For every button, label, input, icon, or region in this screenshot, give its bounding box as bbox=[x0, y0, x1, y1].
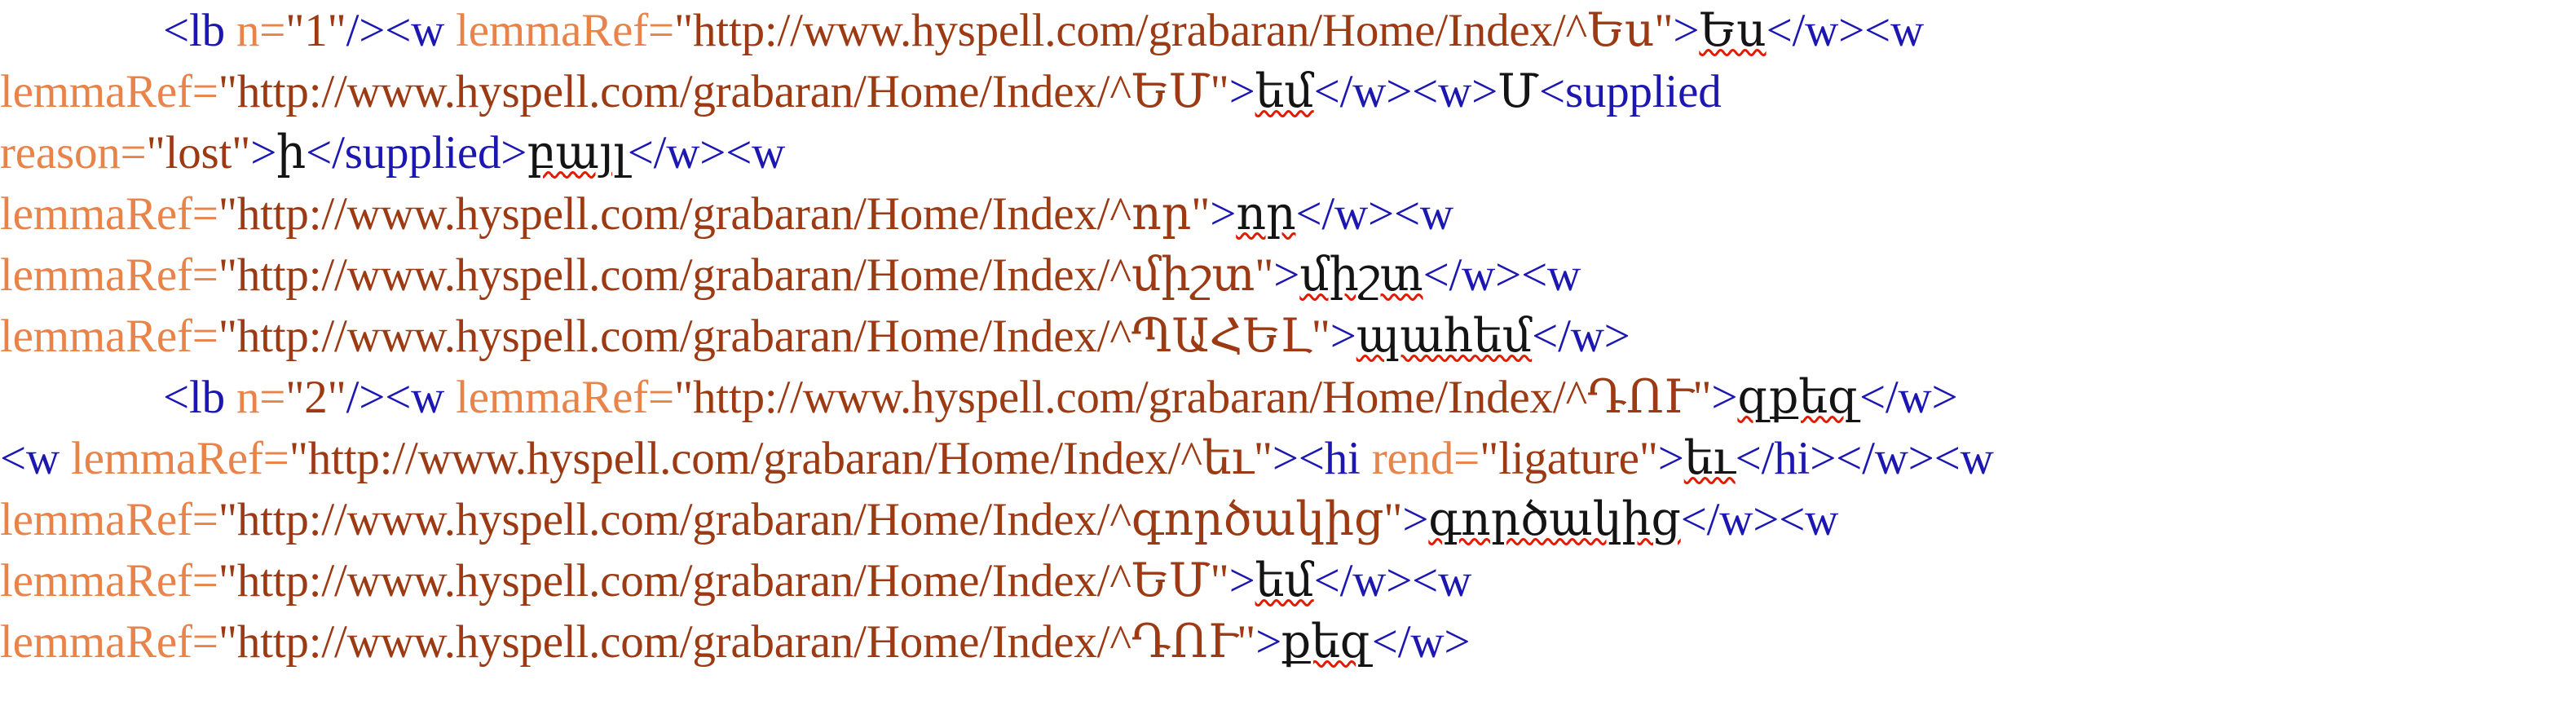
syntax-token-attr: lemmaRef= bbox=[456, 372, 674, 423]
syntax-token-attr: rend= bbox=[1371, 433, 1480, 484]
syntax-token-tag: <supplied bbox=[1539, 66, 1722, 117]
code-line[interactable]: lemmaRef="http://www.hyspell.com/grabara… bbox=[0, 306, 2576, 367]
syntax-token-tag: </w> bbox=[1371, 616, 1471, 668]
syntax-token-attr: lemmaRef= bbox=[0, 494, 218, 545]
syntax-token-tag: <lb bbox=[163, 372, 236, 423]
syntax-token-tag: </w> bbox=[1532, 311, 1630, 362]
syntax-token-tag: </w><w> bbox=[1313, 66, 1498, 117]
syntax-token-attr: lemmaRef= bbox=[70, 433, 289, 484]
syntax-token-tag: </w><w bbox=[1766, 5, 1925, 56]
syntax-token-tag: <w bbox=[0, 433, 71, 484]
syntax-token-text: որ bbox=[1236, 188, 1296, 240]
code-line[interactable]: <lb n="2"/><w lemmaRef="http://www.hyspe… bbox=[0, 367, 2576, 428]
syntax-token-tag: > bbox=[250, 127, 277, 179]
syntax-token-val: "1" bbox=[285, 5, 346, 56]
syntax-token-text: բայլ bbox=[527, 127, 628, 179]
syntax-token-text: միշտ bbox=[1299, 249, 1423, 301]
syntax-token-tag: /><w bbox=[346, 372, 457, 423]
syntax-token-attr: n= bbox=[236, 5, 286, 56]
syntax-token-text: ի bbox=[276, 127, 307, 179]
syntax-token-text: Մ bbox=[1498, 66, 1539, 117]
code-line[interactable]: lemmaRef="http://www.hyspell.com/grabara… bbox=[0, 550, 2576, 611]
syntax-token-tag: </w><w bbox=[1680, 494, 1839, 545]
syntax-token-text: զքեզ bbox=[1737, 372, 1859, 423]
syntax-token-val: "ligature" bbox=[1480, 433, 1658, 484]
code-line[interactable]: lemmaRef="http://www.hyspell.com/grabara… bbox=[0, 489, 2576, 550]
syntax-token-tag: </w><w bbox=[627, 127, 786, 179]
syntax-token-val: "http://www.hyspell.com/grabaran/Home/In… bbox=[673, 5, 1674, 56]
code-line[interactable]: lemmaRef="http://www.hyspell.com/grabara… bbox=[0, 183, 2576, 245]
syntax-token-text: գործակից bbox=[1428, 494, 1681, 545]
syntax-token-tag: </w><w bbox=[1313, 555, 1472, 607]
syntax-token-tag: > bbox=[1210, 188, 1237, 240]
code-line[interactable]: lemmaRef="http://www.hyspell.com/grabara… bbox=[0, 61, 2576, 122]
syntax-token-tag: /><w bbox=[346, 5, 457, 56]
syntax-token-tag: ><hi bbox=[1272, 433, 1372, 484]
syntax-token-val: "http://www.hyspell.com/grabaran/Home/In… bbox=[218, 188, 1211, 240]
code-line[interactable]: lemmaRef="http://www.hyspell.com/grabara… bbox=[0, 245, 2576, 306]
syntax-token-val: "http://www.hyspell.com/grabaran/Home/In… bbox=[218, 66, 1229, 117]
code-line[interactable]: <w lemmaRef="http://www.hyspell.com/grab… bbox=[0, 428, 2576, 489]
syntax-token-attr: lemmaRef= bbox=[0, 616, 218, 668]
syntax-token-text: եւ bbox=[1683, 433, 1736, 484]
syntax-token-text: պահեմ bbox=[1356, 311, 1533, 362]
syntax-token-val: "2" bbox=[285, 372, 346, 423]
code-line[interactable]: reason="lost">ի</supplied>բայլ</w><w bbox=[0, 122, 2576, 183]
syntax-token-text: եմ bbox=[1255, 555, 1314, 607]
syntax-token-tag: > bbox=[1255, 616, 1282, 668]
syntax-token-val: "http://www.hyspell.com/grabaran/Home/In… bbox=[673, 372, 1712, 423]
syntax-token-tag: > bbox=[1711, 372, 1738, 423]
syntax-token-attr: lemmaRef= bbox=[0, 66, 218, 117]
syntax-token-tag: <lb bbox=[163, 5, 236, 56]
syntax-token-tag: > bbox=[1228, 66, 1255, 117]
syntax-token-tag: > bbox=[1228, 555, 1255, 607]
syntax-token-text: քեզ bbox=[1281, 616, 1372, 668]
code-line[interactable]: <lb n="1"/><w lemmaRef="http://www.hyspe… bbox=[0, 0, 2576, 61]
syntax-token-val: "http://www.hyspell.com/grabaran/Home/In… bbox=[289, 433, 1273, 484]
syntax-token-attr: lemmaRef= bbox=[0, 311, 218, 362]
syntax-token-val: "http://www.hyspell.com/grabaran/Home/In… bbox=[218, 311, 1330, 362]
syntax-token-text: Ես bbox=[1699, 5, 1767, 56]
syntax-token-tag: > bbox=[1330, 311, 1356, 362]
syntax-token-tag: </w><w bbox=[1423, 249, 1581, 301]
syntax-token-val: "http://www.hyspell.com/grabaran/Home/In… bbox=[218, 494, 1403, 545]
syntax-token-attr: lemmaRef= bbox=[0, 555, 218, 607]
syntax-token-attr: n= bbox=[236, 372, 286, 423]
syntax-token-val: "lost" bbox=[146, 127, 251, 179]
code-line[interactable]: lemmaRef="http://www.hyspell.com/grabara… bbox=[0, 611, 2576, 673]
syntax-token-attr: lemmaRef= bbox=[0, 188, 218, 240]
syntax-token-tag: > bbox=[1657, 433, 1684, 484]
syntax-token-tag: > bbox=[1273, 249, 1300, 301]
syntax-token-tag: > bbox=[1673, 5, 1700, 56]
syntax-token-val: "http://www.hyspell.com/grabaran/Home/In… bbox=[218, 555, 1229, 607]
syntax-token-tag: </w><w bbox=[1295, 188, 1453, 240]
syntax-token-attr: lemmaRef= bbox=[456, 5, 674, 56]
syntax-token-tag: > bbox=[1402, 494, 1429, 545]
syntax-token-attr: reason= bbox=[0, 127, 147, 179]
syntax-token-tag: </hi></w><w bbox=[1735, 433, 1994, 484]
syntax-token-text: եմ bbox=[1255, 66, 1314, 117]
syntax-token-tag: </supplied> bbox=[306, 127, 527, 179]
xml-source-editor[interactable]: <lb n="1"/><w lemmaRef="http://www.hyspe… bbox=[0, 0, 2576, 719]
syntax-token-val: "http://www.hyspell.com/grabaran/Home/In… bbox=[218, 249, 1274, 301]
syntax-token-val: "http://www.hyspell.com/grabaran/Home/In… bbox=[218, 616, 1256, 668]
syntax-token-attr: lemmaRef= bbox=[0, 249, 218, 301]
syntax-token-tag: </w> bbox=[1859, 372, 1958, 423]
